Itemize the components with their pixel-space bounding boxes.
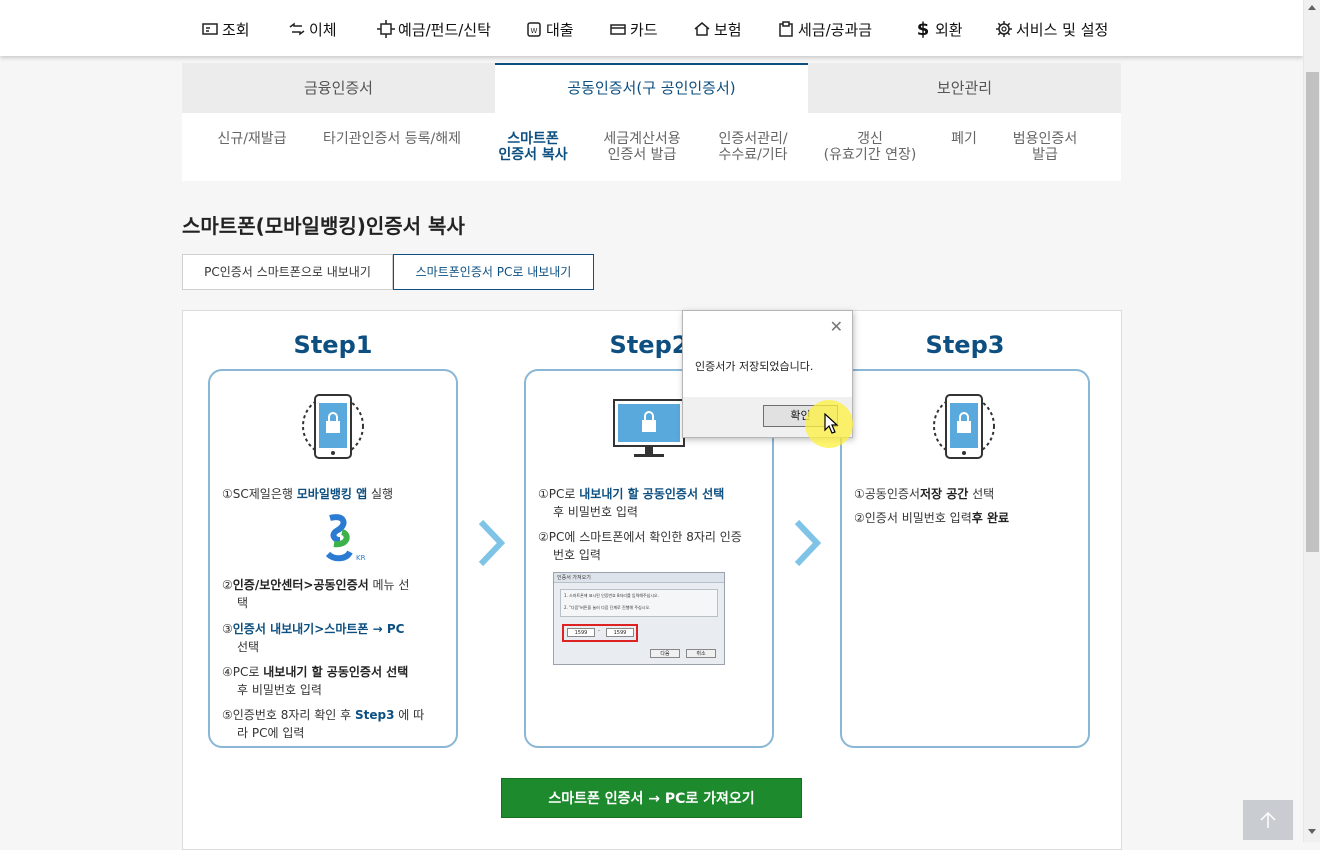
nav-label: 카드	[630, 20, 658, 39]
svg-text:W: W	[531, 27, 538, 35]
nav-item-inquiry[interactable]: 조회	[201, 18, 250, 40]
nav-item-loan[interactable]: W 대출	[525, 18, 574, 40]
certificate-import-dialog-image: 인증서 가져오기 1. 스마트폰에 표시된 인증번호 8자리를 입력해주십시오.…	[553, 572, 725, 665]
smartphone-lock-icon	[302, 394, 364, 459]
dollar-icon: $	[916, 18, 930, 40]
nav-item-tax[interactable]: 세금/공과금	[777, 18, 872, 40]
step2-line1: ①PC로 내보내기 할 공동인증서 선택 후 비밀번호 입력	[538, 487, 725, 519]
tab-pc-to-smartphone[interactable]: PC인증서 스마트폰으로 내보내기	[182, 254, 393, 290]
nav-item-transfer[interactable]: 이체	[288, 18, 337, 40]
gear-icon	[995, 20, 1013, 38]
nav-item-card[interactable]: 카드	[609, 18, 658, 40]
import-smartphone-certificate-button[interactable]: 스마트폰 인증서 → PC로 가져오기	[501, 778, 802, 818]
arrow-up-icon	[1260, 811, 1276, 828]
close-icon[interactable]: ✕	[830, 317, 843, 336]
nav-item-settings[interactable]: 서비스 및 설정	[995, 18, 1108, 40]
subtab-revoke[interactable]: 폐기	[944, 131, 984, 147]
scroll-up-arrow-icon[interactable]	[1308, 5, 1316, 10]
vertical-scrollbar[interactable]	[1303, 0, 1320, 842]
page-title: 스마트폰(모바일뱅킹)인증서 복사	[182, 214, 465, 238]
top-navigation: 조회 이체 예금/펀드/신탁 W 대출 카드 보험 세금/공과금 $ 외환 서비…	[0, 0, 1303, 56]
step3-line2: ②인증서 비밀번호 입력후 완료	[854, 511, 1010, 525]
step1-line4: ④PC로 내보내기 할 공동인증서 선택 후 비밀번호 입력	[222, 665, 409, 697]
nav-item-insurance[interactable]: 보험	[693, 18, 742, 40]
tab-financial-certificate[interactable]: 금융인증서	[182, 63, 495, 113]
nav-label: 세금/공과금	[798, 20, 873, 39]
main-tabs: 금융인증서 공동인증서(구 공인인증서) 보안관리	[182, 63, 1121, 113]
step1-line1: ①SC제일은행 모바일뱅킹 앱 실행	[222, 487, 394, 501]
smartphone-lock-icon	[933, 394, 995, 459]
nav-label: 대출	[546, 20, 574, 39]
nav-item-forex[interactable]: $ 외환	[914, 18, 963, 40]
chevron-right-icon	[794, 519, 822, 567]
tab-smartphone-to-pc[interactable]: 스마트폰인증서 PC로 내보내기	[393, 254, 594, 290]
tab-joint-certificate[interactable]: 공동인증서(구 공인인증서)	[495, 63, 808, 113]
scrollbar-thumb[interactable]	[1306, 72, 1319, 552]
mouse-pointer-icon	[824, 413, 839, 434]
chevron-right-icon	[478, 519, 506, 567]
sub-tabs: 신규/재발급 타기관인증서 등록/해제 스마트폰 인증서 복사 세금계산서용 인증서…	[182, 113, 1121, 181]
insurance-icon	[693, 20, 711, 38]
nav-label: 예금/펀드/신탁	[398, 20, 491, 39]
nav-label: 서비스 및 설정	[1016, 20, 1109, 39]
nav-label: 보험	[714, 20, 742, 39]
scroll-to-top-button[interactable]	[1243, 800, 1293, 840]
scroll-down-arrow-icon[interactable]	[1308, 829, 1316, 834]
dialog-message: 인증서가 저장되었습니다.	[695, 360, 814, 373]
step3-line1: ①공동인증서저장 공간 선택	[854, 487, 995, 501]
loan-icon: W	[525, 20, 543, 38]
svg-text:KR: KR	[356, 554, 366, 562]
deposit-icon	[377, 20, 395, 38]
tax-icon	[777, 20, 795, 38]
subtab-other-institution[interactable]: 타기관인증서 등록/해제	[317, 131, 467, 147]
subtab-new-reissue[interactable]: 신규/재발급	[207, 131, 297, 147]
subtab-renewal[interactable]: 갱신 (유효기간 연장)	[818, 131, 922, 163]
step1-title: Step1	[293, 331, 373, 359]
sc-bank-logo-icon: KR	[325, 514, 366, 562]
nav-label: 이체	[309, 20, 337, 39]
subtab-general-certificate[interactable]: 범용인증서 발급	[1005, 131, 1085, 163]
subtab-certificate-management[interactable]: 인증서관리/수수료/기타	[709, 131, 797, 163]
card-icon	[609, 20, 627, 38]
monitor-lock-icon	[613, 399, 685, 457]
transfer-icon	[288, 20, 306, 38]
step3-title: Step3	[925, 331, 1005, 359]
step2-line2: ②PC에 스마트폰에서 확인한 8자리 인증 번호 입력	[538, 530, 742, 562]
step1-line3: ③인증서 내보내기>스마트폰 → PC 선택	[222, 622, 405, 654]
step1-line5: ⑤인증번호 8자리 확인 후 Step3 에 따라 PC에 입력	[222, 708, 425, 740]
subtab-tax-invoice[interactable]: 세금계산서용 인증서 발급	[596, 131, 688, 163]
nav-label: 외환	[935, 20, 963, 39]
tab-security-management[interactable]: 보안관리	[808, 63, 1121, 113]
step1-line2: ②인증/보안센터>공동인증서 메뉴 선택	[222, 578, 410, 610]
inquiry-icon	[201, 20, 219, 38]
subtab-smartphone-copy[interactable]: 스마트폰 인증서 복사	[493, 131, 573, 163]
nav-item-deposit[interactable]: 예금/펀드/신탁	[377, 18, 491, 40]
nav-label: 조회	[222, 20, 250, 39]
